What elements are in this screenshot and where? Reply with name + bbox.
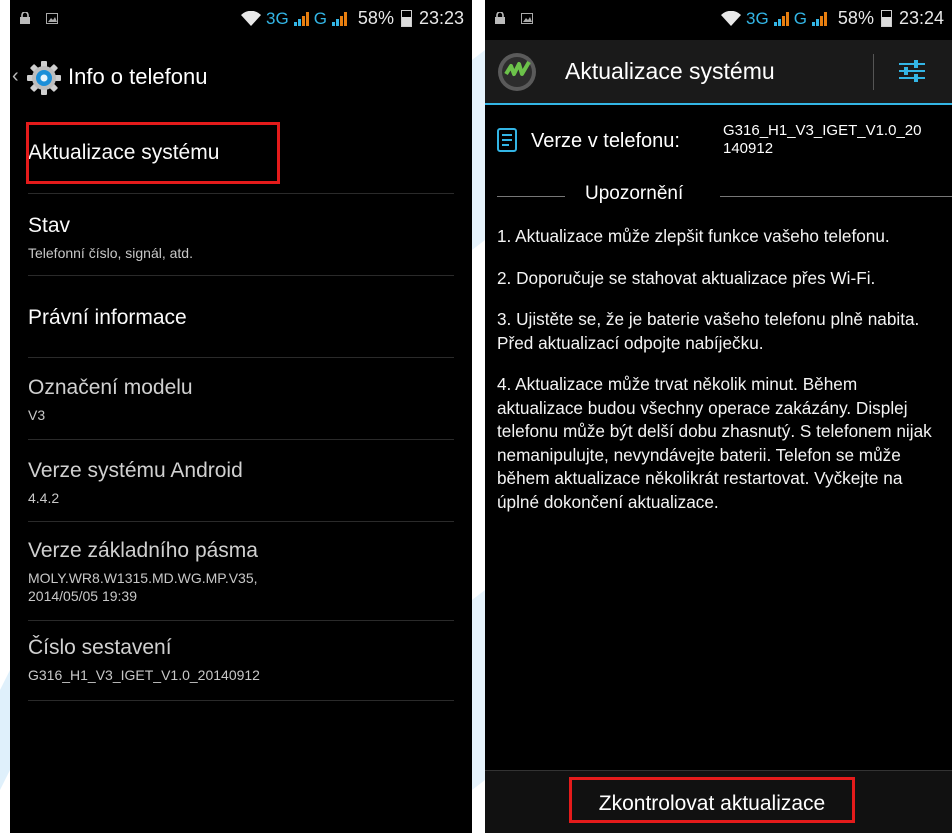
divider (28, 521, 454, 522)
divider (28, 439, 454, 440)
highlight-box (26, 122, 280, 184)
signal-icon (293, 11, 309, 26)
signal-icon (773, 11, 789, 26)
signal-icon (811, 11, 827, 26)
status-bar: 3G G 58% 23:24 (485, 0, 952, 40)
item-subtitle-line1: MOLY.WR8.W1315.MD.WG.MP.V35, (28, 570, 258, 586)
app-logo-icon[interactable] (497, 52, 537, 92)
battery-icon (400, 10, 412, 27)
battery-percent: 58% (357, 8, 394, 28)
page-title: Aktualizace systému (565, 58, 775, 84)
item-title: Označení modelu (28, 376, 193, 399)
settings-item-build-number[interactable]: Číslo sestavení G316_H1_V3_IGET_V1.0_201… (28, 636, 454, 684)
back-caret-icon[interactable]: ‹ (12, 65, 19, 88)
item-title: Stav (28, 214, 71, 237)
sliders-icon[interactable] (897, 56, 927, 86)
item-title: Verze základního pásma (28, 539, 258, 562)
warning-header: Upozornění (497, 183, 952, 213)
item-title: Verze systému Android (28, 459, 243, 482)
item-title: Právní informace (28, 306, 187, 329)
notice-item: 2. Doporučuje se stahovat aktualizace př… (497, 267, 876, 288)
image-icon (46, 12, 58, 24)
item-subtitle: V3 (28, 407, 46, 423)
status-bar: 3G G 58% 23:23 (10, 0, 472, 40)
version-value: G316_H1_V3_IGET_V1.0_20 140912 (723, 122, 952, 158)
action-bar: Aktualizace systému (485, 40, 952, 105)
signal-icon (331, 11, 347, 26)
item-subtitle-line2: 2014/05/05 19:39 (28, 588, 137, 604)
settings-gear-icon[interactable] (26, 60, 62, 96)
settings-item-status[interactable]: Stav Telefonní číslo, signál, atd. (28, 214, 454, 262)
left-phone-screen: 3G G 58% 23:23 ‹ Info o telefonu Aktuali… (10, 0, 472, 833)
battery-icon (880, 10, 892, 27)
warning-title: Upozornění (585, 183, 684, 204)
item-subtitle: G316_H1_V3_IGET_V1.0_20140912 (28, 667, 260, 683)
page-title: Info o telefonu (68, 64, 208, 89)
settings-item-android-version[interactable]: Verze systému Android 4.4.2 (28, 459, 454, 507)
divider (28, 620, 454, 621)
image-icon (521, 12, 533, 24)
divider (873, 54, 874, 90)
battery-percent: 58% (837, 8, 874, 28)
divider (28, 357, 454, 358)
network-type: 3G (746, 8, 769, 28)
divider (497, 196, 565, 197)
clock: 23:23 (418, 8, 464, 28)
wifi-icon (241, 10, 261, 26)
version-value-line2: 140912 (723, 140, 774, 157)
divider (28, 275, 454, 276)
settings-item-legal-info[interactable]: Právní informace (28, 306, 454, 330)
settings-item-baseband-version: Verze základního pásma MOLY.WR8.W1315.MD… (28, 539, 454, 605)
right-phone-screen: 3G G 58% 23:24 Aktualizace systému Verze… (485, 0, 952, 833)
settings-item-model: Označení modelu V3 (28, 376, 454, 424)
lock-icon (20, 12, 30, 24)
signal-label: G (793, 8, 807, 28)
notice-item: 3. Ujistěte se, že je baterie vašeho tel… (497, 309, 920, 353)
item-subtitle: MOLY.WR8.W1315.MD.WG.MP.V35, 2014/05/05 … (28, 569, 454, 605)
notice-list: 1. Aktualizace může zlepšit funkce vašeh… (497, 225, 944, 532)
divider (28, 700, 454, 701)
bottom-bar: Zkontrolovat aktualizace (485, 770, 952, 833)
check-updates-button[interactable]: Zkontrolovat aktualizace (569, 777, 855, 823)
divider (28, 193, 454, 194)
divider (720, 196, 952, 197)
action-bar: ‹ Info o telefonu (10, 40, 472, 116)
notice-item: 4. Aktualizace může trvat několik minut.… (497, 374, 932, 512)
clock: 23:24 (898, 8, 944, 28)
signal-label: G (313, 8, 327, 28)
version-row: Verze v telefonu: G316_H1_V3_IGET_V1.0_2… (497, 122, 952, 172)
item-title: Číslo sestavení (28, 636, 172, 659)
notice-item: 1. Aktualizace může zlepšit funkce vašeh… (497, 226, 890, 246)
network-type: 3G (266, 8, 289, 28)
version-label: Verze v telefonu: (531, 130, 680, 152)
wifi-icon (721, 10, 741, 26)
version-value-line1: G316_H1_V3_IGET_V1.0_20 (723, 122, 922, 139)
item-subtitle: Telefonní číslo, signál, atd. (28, 245, 193, 261)
item-subtitle: 4.4.2 (28, 490, 60, 506)
lock-icon (495, 12, 505, 24)
document-icon (497, 128, 517, 152)
